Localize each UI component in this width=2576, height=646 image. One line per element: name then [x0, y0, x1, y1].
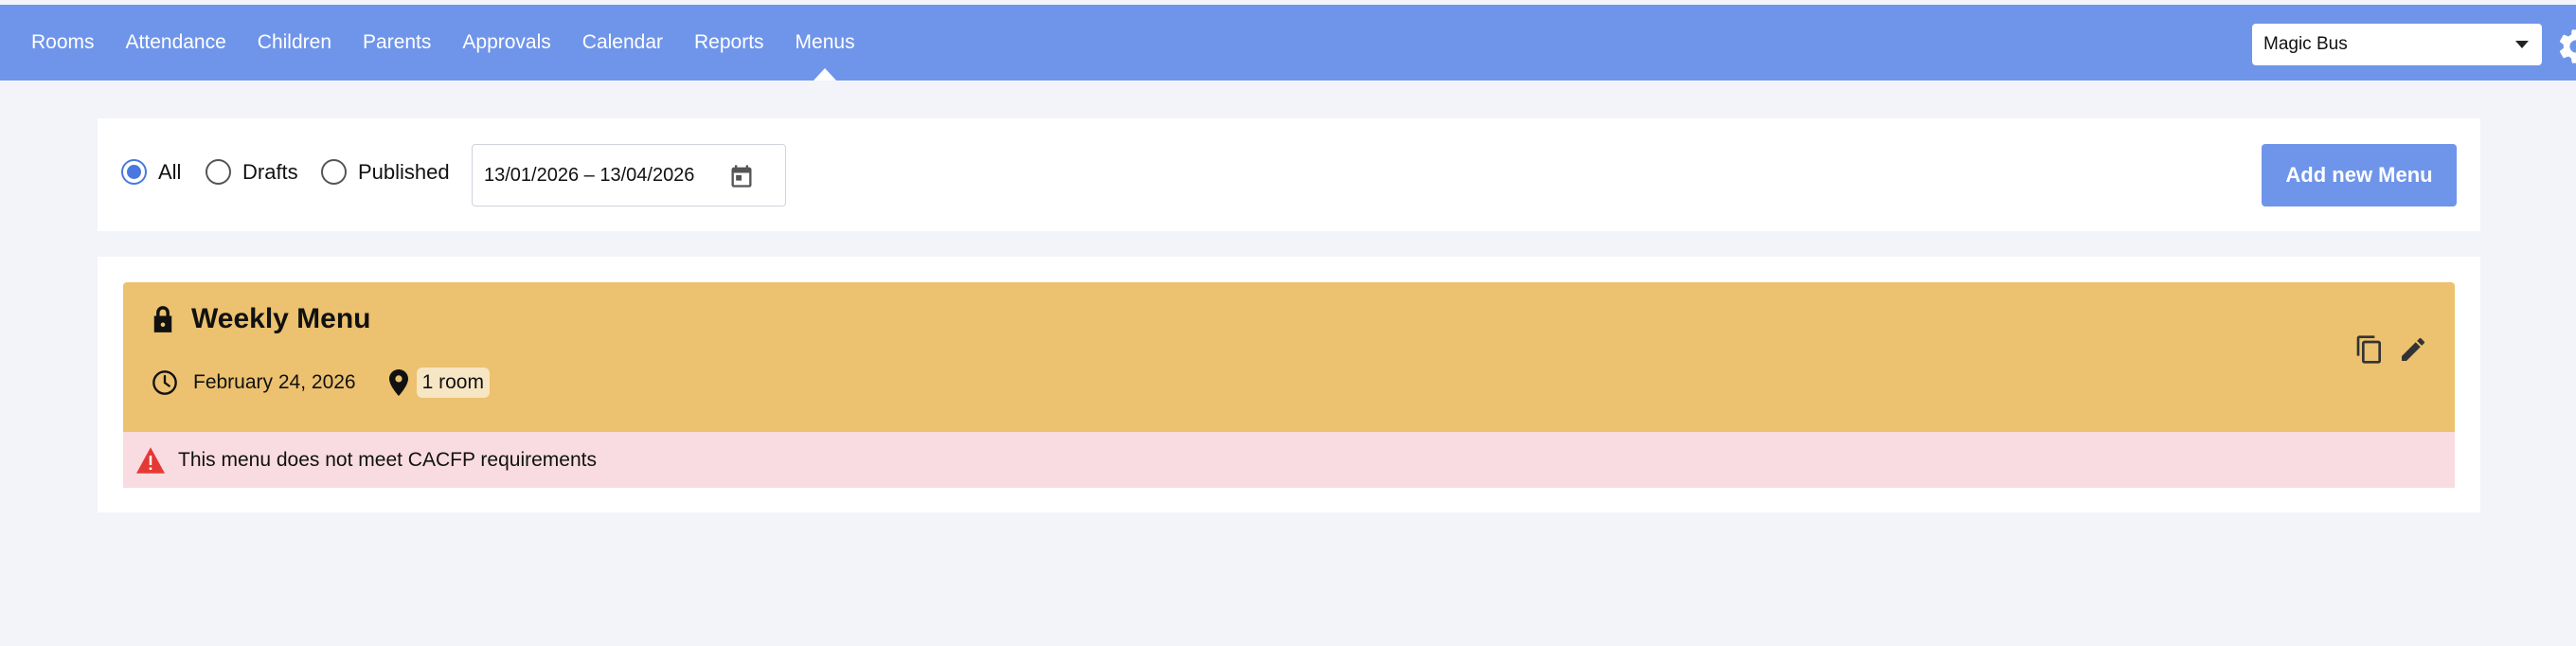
- radio-drafts-indicator: [206, 159, 231, 185]
- clock-icon: [152, 370, 177, 395]
- chevron-down-icon: [2515, 41, 2529, 48]
- nav-item-children[interactable]: Children: [258, 31, 331, 54]
- radio-drafts-label: Drafts: [242, 159, 298, 184]
- radio-all[interactable]: All: [121, 159, 181, 185]
- lock-icon: [153, 306, 172, 332]
- cacfp-warning: This menu does not meet CACFP requiremen…: [123, 432, 2455, 488]
- warning-text: This menu does not meet CACFP requiremen…: [178, 448, 597, 471]
- nav-item-rooms[interactable]: Rooms: [31, 31, 95, 54]
- nav-item-reports[interactable]: Reports: [694, 31, 764, 54]
- menu-date: February 24, 2026: [193, 371, 356, 393]
- edit-icon[interactable]: [2398, 333, 2428, 366]
- radio-drafts[interactable]: Drafts: [206, 159, 298, 185]
- nav-item-parents[interactable]: Parents: [363, 31, 431, 54]
- filter-bar: All Drafts Published 13/01/2026 – 13/04/…: [98, 118, 2480, 231]
- menu-list: Weekly Menu February 24, 2026 1 room Thi…: [98, 257, 2480, 512]
- nav-item-calendar[interactable]: Calendar: [582, 31, 663, 54]
- gear-icon[interactable]: [2555, 26, 2576, 67]
- nav-item-attendance[interactable]: Attendance: [126, 31, 226, 54]
- warning-icon: [136, 446, 165, 474]
- menu-meta: February 24, 2026 1 room: [152, 368, 490, 398]
- radio-all-label: All: [158, 159, 182, 184]
- add-new-menu-button[interactable]: Add new Menu: [2262, 144, 2457, 206]
- menu-title: Weekly Menu: [191, 303, 371, 334]
- copy-icon[interactable]: [2354, 333, 2385, 366]
- top-navigation-bar: Rooms Attendance Children Parents Approv…: [0, 5, 2576, 81]
- radio-published[interactable]: Published: [321, 159, 450, 185]
- center-select-value: Magic Bus: [2263, 34, 2348, 54]
- menu-actions: [2341, 333, 2428, 366]
- radio-all-indicator: [121, 159, 147, 185]
- radio-published-indicator: [321, 159, 347, 185]
- center-select[interactable]: Magic Bus: [2252, 24, 2542, 65]
- calendar-icon[interactable]: [728, 162, 755, 190]
- radio-published-label: Published: [358, 159, 450, 184]
- nav-item-approvals[interactable]: Approvals: [462, 31, 550, 54]
- menu-title-row: Weekly Menu: [152, 303, 371, 335]
- date-range-picker[interactable]: 13/01/2026 – 13/04/2026: [472, 144, 786, 206]
- room-count-badge: 1 room: [416, 368, 490, 398]
- main-nav: Rooms Attendance Children Parents Approv…: [0, 5, 855, 81]
- nav-item-menus[interactable]: Menus: [796, 31, 855, 54]
- menu-card[interactable]: Weekly Menu February 24, 2026 1 room: [123, 282, 2455, 432]
- date-range-value: 13/01/2026 – 13/04/2026: [484, 164, 695, 186]
- location-pin-icon: [388, 369, 408, 396]
